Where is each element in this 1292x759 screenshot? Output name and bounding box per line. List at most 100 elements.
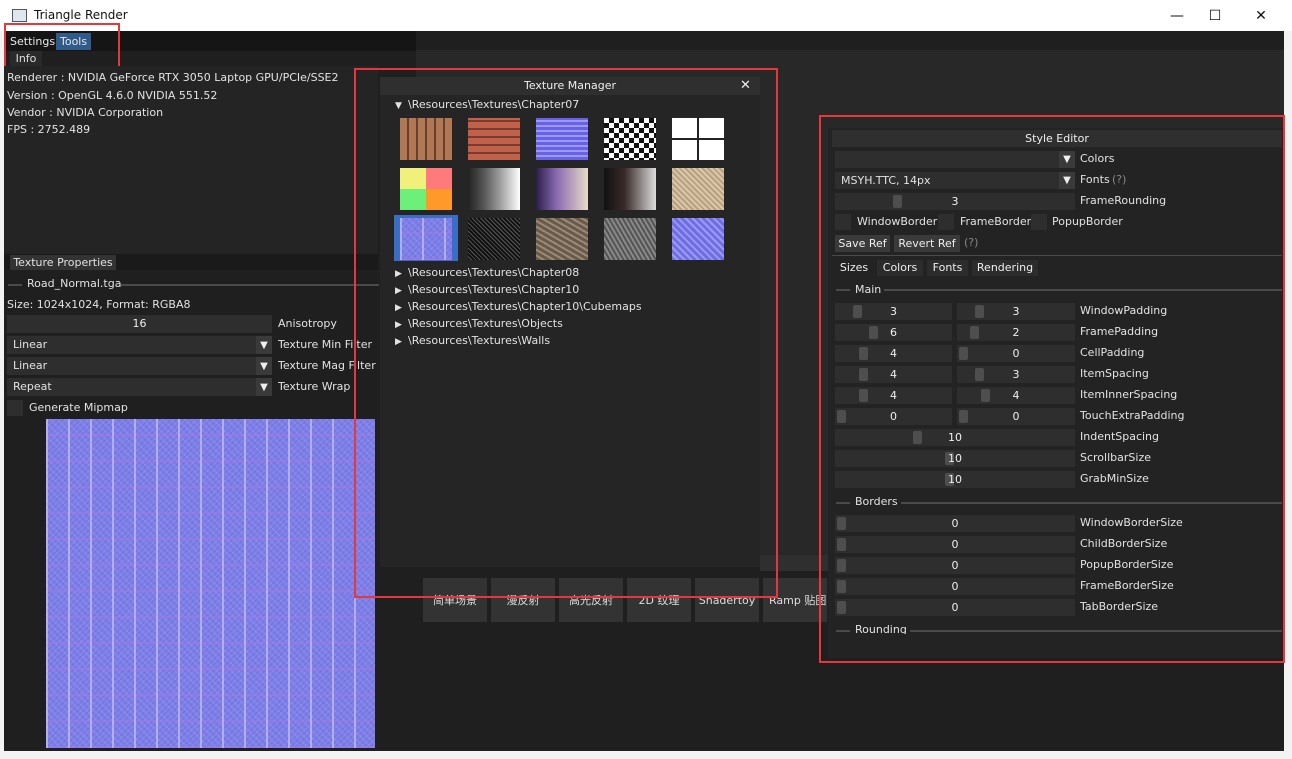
anisotropy-label: Anisotropy xyxy=(278,317,337,330)
cell-padding-y-slider[interactable]: 0 xyxy=(957,345,1075,362)
separator xyxy=(836,630,850,632)
tab-fonts[interactable]: Fonts xyxy=(927,260,968,276)
chevron-down-icon[interactable]: ▼ xyxy=(256,378,272,396)
tab-texture-properties[interactable]: Texture Properties xyxy=(10,255,116,270)
tab-info[interactable]: Info xyxy=(10,51,42,66)
fonts-label: Fonts xyxy=(1080,173,1110,186)
popup-border-checkbox[interactable] xyxy=(1031,214,1047,230)
frame-rounding-slider[interactable]: 3 xyxy=(835,193,1075,210)
frame-padding-y-slider[interactable]: 2 xyxy=(957,324,1075,341)
colors-preset-select[interactable] xyxy=(835,151,1059,168)
texture-thumbnail[interactable] xyxy=(536,118,588,160)
texture-thumbnail-selected[interactable] xyxy=(400,218,452,260)
app-icon xyxy=(12,9,27,22)
tab-rendering[interactable]: Rendering xyxy=(972,260,1038,276)
popup-border-size-slider[interactable]: 0 xyxy=(835,557,1075,574)
menu-settings[interactable]: Settings xyxy=(6,33,59,50)
vendor-text: Vendor : NVIDIA Corporation xyxy=(7,106,164,119)
revert-ref-button[interactable]: Revert Ref xyxy=(894,235,960,252)
anisotropy-slider[interactable]: 16 xyxy=(7,315,272,333)
grab-min-size-slider[interactable]: 10 xyxy=(835,471,1075,488)
close-icon[interactable]: ✕ xyxy=(740,77,754,95)
scene-button-5[interactable]: Shadertoy xyxy=(695,578,759,622)
tab-sizes[interactable]: Sizes xyxy=(836,260,872,276)
chevron-down-icon[interactable]: ▼ xyxy=(256,357,272,375)
touch-extra-padding-y-slider[interactable]: 0 xyxy=(957,408,1075,425)
maximize-button[interactable]: ☐ xyxy=(1192,0,1238,31)
window-padding-y-slider[interactable]: 3 xyxy=(957,303,1075,320)
save-ref-button[interactable]: Save Ref xyxy=(835,235,890,252)
font-select[interactable]: MSYH.TTC, 14px xyxy=(835,172,1059,189)
scrollbar-size-slider[interactable]: 10 xyxy=(835,450,1075,467)
slider-value: 0 xyxy=(951,580,959,593)
mag-filter-select[interactable]: Linear xyxy=(7,357,256,375)
caret-right-icon: ▶ xyxy=(395,337,402,347)
generate-mipmap-checkbox[interactable] xyxy=(7,400,23,416)
texture-thumbnail[interactable] xyxy=(400,118,452,160)
min-filter-select[interactable]: Linear xyxy=(7,336,256,354)
wrap-select[interactable]: Repeat xyxy=(7,378,256,396)
anisotropy-value: 16 xyxy=(132,317,147,330)
folder-walls[interactable]: ▶ \Resources\Textures\Walls xyxy=(395,334,550,349)
item-inner-spacing-label: ItemInnerSpacing xyxy=(1080,388,1178,401)
window-padding-x-slider[interactable]: 3 xyxy=(835,303,952,320)
chevron-down-icon[interactable]: ▼ xyxy=(256,336,272,354)
texture-thumbnail[interactable] xyxy=(672,118,724,160)
fonts-help-marker[interactable]: (?) xyxy=(1112,171,1126,189)
child-border-size-slider[interactable]: 0 xyxy=(835,536,1075,553)
slider-value: 3 xyxy=(1012,305,1020,318)
borders-section-header: Borders xyxy=(855,495,898,508)
window-padding-label: WindowPadding xyxy=(1080,304,1168,317)
frame-border-label: FrameBorder xyxy=(960,215,1032,228)
frame-border-size-slider[interactable]: 0 xyxy=(835,578,1075,595)
chevron-down-icon[interactable]: ▼ xyxy=(1059,151,1075,168)
texture-thumbnail[interactable] xyxy=(672,218,724,260)
slider-value: 10 xyxy=(948,473,962,486)
item-inner-spacing-y-slider[interactable]: 4 xyxy=(957,387,1075,404)
scene-button-6[interactable]: Ramp 贴图 xyxy=(763,578,827,622)
texture-thumbnail[interactable] xyxy=(468,118,520,160)
texture-thumbnail[interactable] xyxy=(536,218,588,260)
texture-thumbnail[interactable] xyxy=(604,118,656,160)
folder-cubemaps[interactable]: ▶ \Resources\Textures\Chapter10\Cubemaps xyxy=(395,300,642,315)
version-text: Version : OpenGL 4.6.0 NVIDIA 551.52 xyxy=(7,89,218,102)
folder-chapter08[interactable]: ▶ \Resources\Textures\Chapter08 xyxy=(395,266,579,281)
texture-thumbnail[interactable] xyxy=(468,168,520,210)
folder-chapter10[interactable]: ▶ \Resources\Textures\Chapter10 xyxy=(395,283,579,298)
tab-border-size-label: TabBorderSize xyxy=(1080,600,1159,613)
rounding-section-header: Rounding xyxy=(855,624,907,634)
folder-chapter07[interactable]: ▼ \Resources\Textures\Chapter07 xyxy=(395,98,579,113)
frame-border-checkbox[interactable] xyxy=(938,214,954,230)
font-value: MSYH.TTC, 14px xyxy=(841,174,931,187)
menu-tools[interactable]: Tools xyxy=(56,33,92,50)
ref-help-marker[interactable]: (?) xyxy=(964,234,978,252)
scene-button-4[interactable]: 2D 纹理 xyxy=(627,578,691,622)
item-spacing-x-slider[interactable]: 4 xyxy=(835,366,952,383)
window-border-checkbox[interactable] xyxy=(835,214,851,230)
slider-value: 0 xyxy=(1012,347,1020,360)
window-border-size-slider[interactable]: 0 xyxy=(835,515,1075,532)
cell-padding-x-slider[interactable]: 4 xyxy=(835,345,952,362)
scene-button-3[interactable]: 高光反射 xyxy=(559,578,623,622)
close-window-button[interactable]: ✕ xyxy=(1238,0,1284,31)
texture-thumbnail[interactable] xyxy=(400,168,452,210)
texture-thumbnail[interactable] xyxy=(604,218,656,260)
window-border-label: WindowBorder xyxy=(857,215,938,228)
folder-objects[interactable]: ▶ \Resources\Textures\Objects xyxy=(395,317,563,332)
scene-button-1[interactable]: 简单场景 xyxy=(423,578,487,622)
texture-thumbnail[interactable] xyxy=(468,218,520,260)
touch-extra-padding-x-slider[interactable]: 0 xyxy=(835,408,952,425)
scene-button-2[interactable]: 漫反射 xyxy=(491,578,555,622)
item-inner-spacing-x-slider[interactable]: 4 xyxy=(835,387,952,404)
item-spacing-y-slider[interactable]: 3 xyxy=(957,366,1075,383)
texture-thumbnail[interactable] xyxy=(604,168,656,210)
tab-border-size-slider[interactable]: 0 xyxy=(835,599,1075,616)
frame-padding-x-slider[interactable]: 6 xyxy=(835,324,952,341)
min-filter-label: Texture Min Filter xyxy=(278,338,373,351)
chevron-down-icon[interactable]: ▼ xyxy=(1059,172,1075,189)
texture-thumbnail[interactable] xyxy=(536,168,588,210)
indent-spacing-slider[interactable]: 10 xyxy=(835,429,1075,446)
texture-thumbnail[interactable] xyxy=(672,168,724,210)
slider-value: 0 xyxy=(890,410,897,423)
tab-colors[interactable]: Colors xyxy=(877,260,923,276)
